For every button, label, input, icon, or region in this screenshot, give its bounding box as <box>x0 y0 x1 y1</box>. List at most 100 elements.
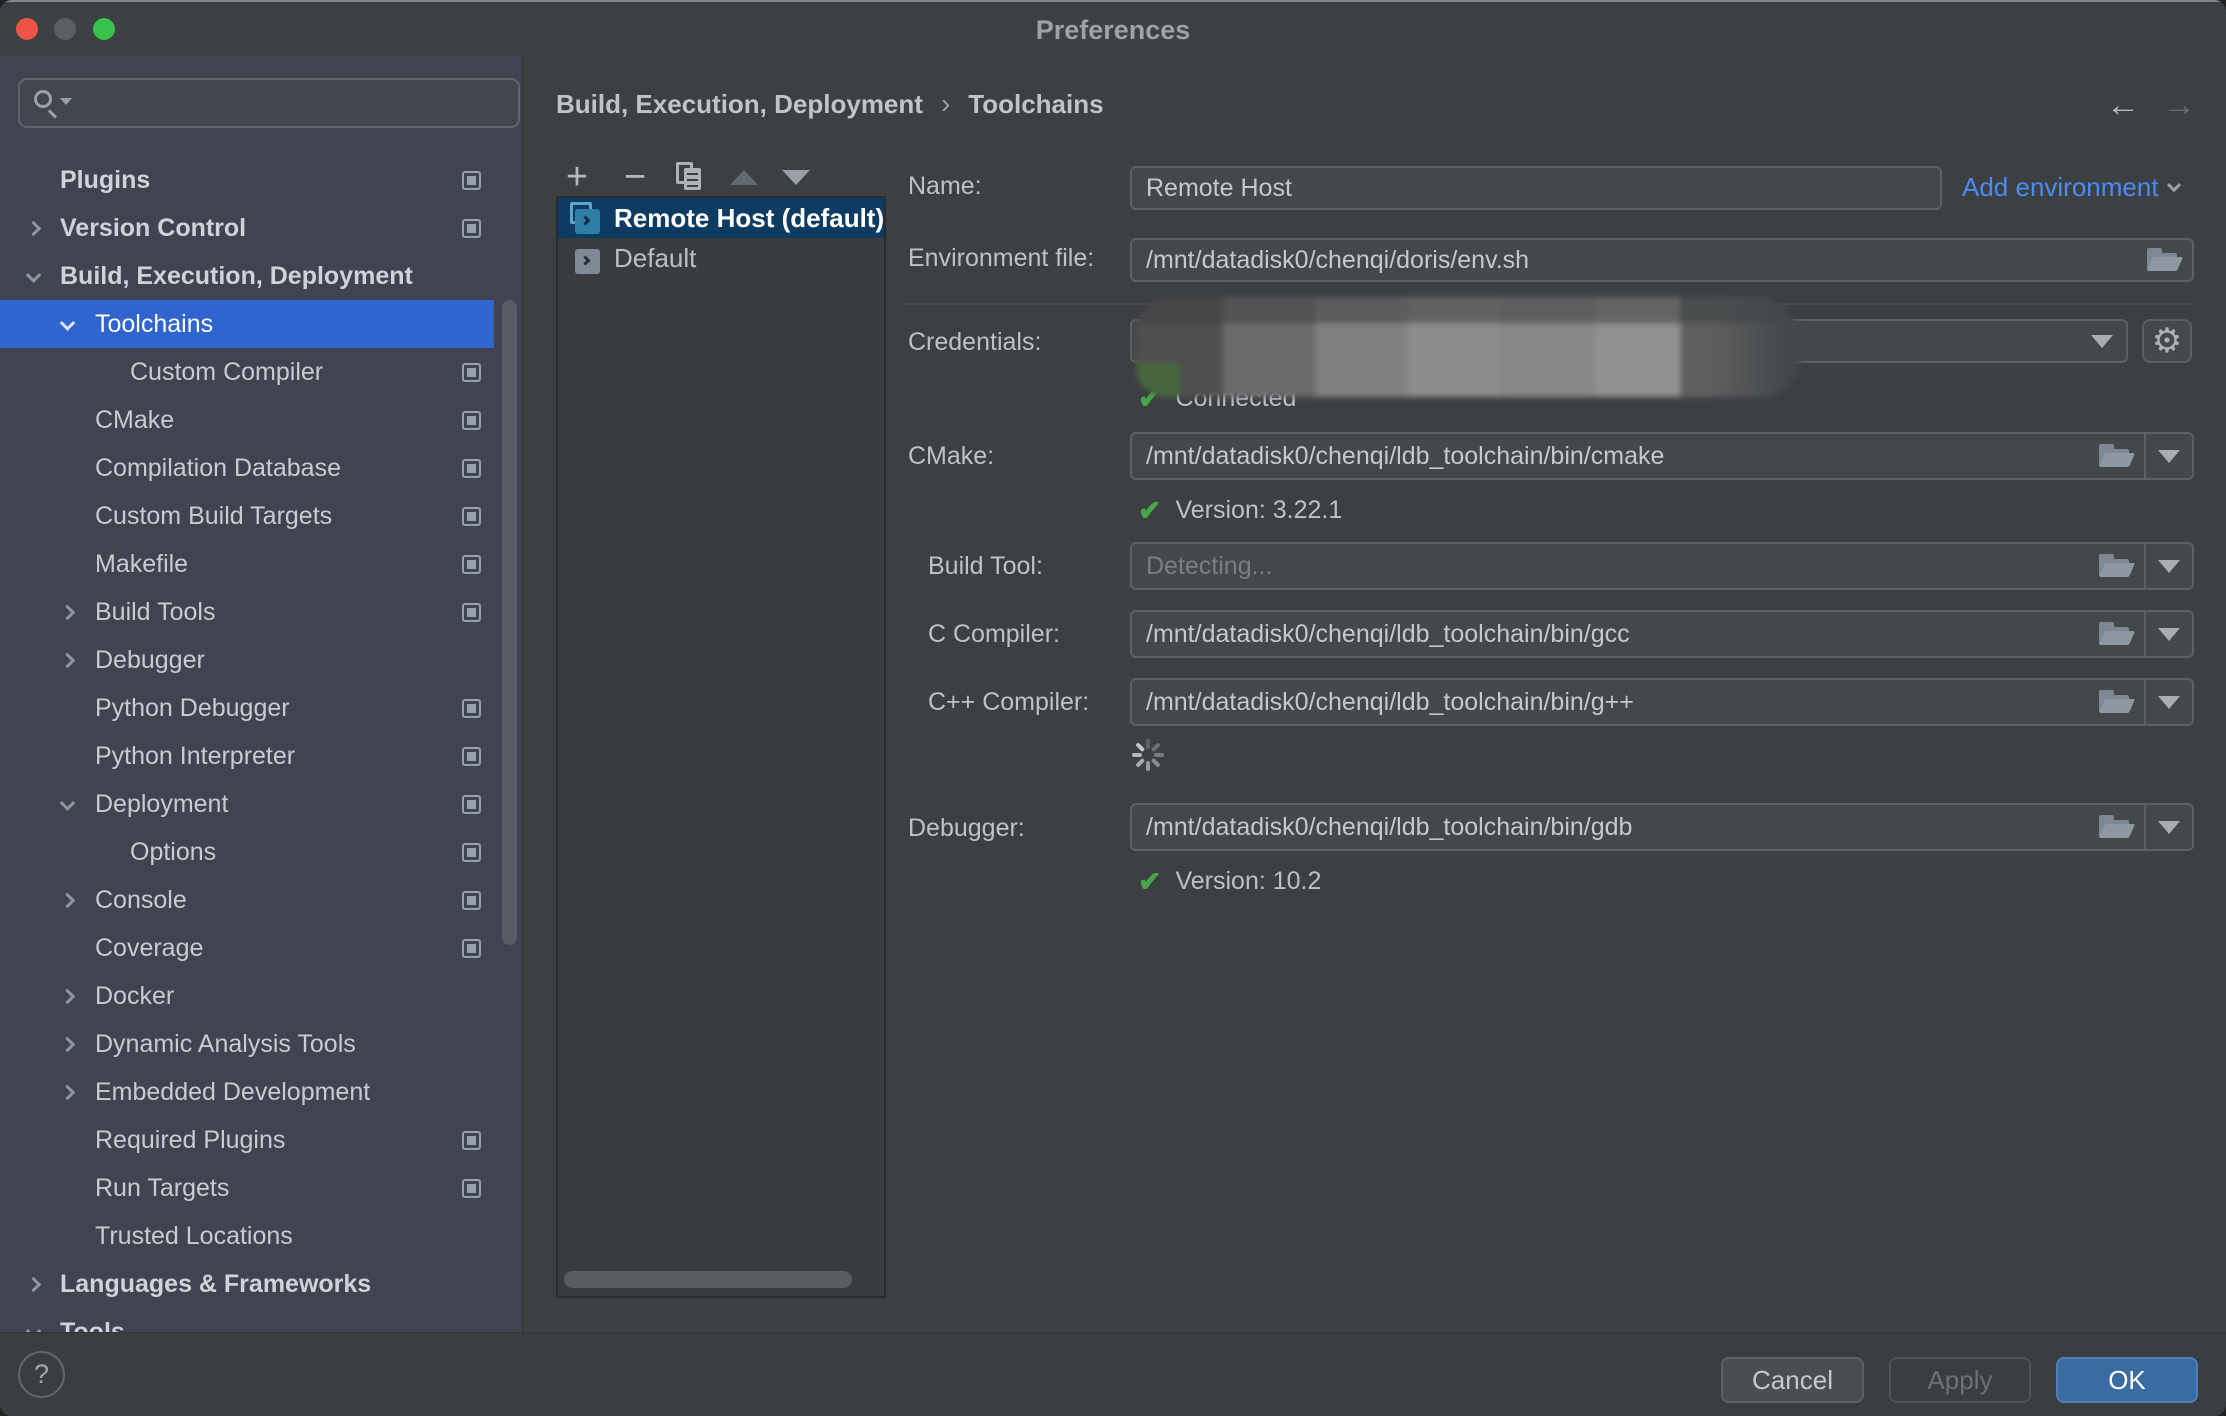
sidebar-item-deployment[interactable]: Deployment <box>0 780 494 828</box>
sidebar-item-label: Options <box>130 838 216 867</box>
settings-sidebar: PluginsVersion ControlBuild, Execution, … <box>0 56 523 1332</box>
chevron-right-icon[interactable] <box>60 1036 76 1052</box>
cmake-status: ✔ Version: 3.22.1 <box>1138 494 1342 527</box>
chevron-right-icon[interactable] <box>26 1276 42 1292</box>
debugger-dropdown-arrow[interactable] <box>2144 805 2192 849</box>
add-toolchain-icon[interactable]: + <box>560 160 594 194</box>
cmake-field[interactable]: /mnt/datadisk0/chenqi/ldb_toolchain/bin/… <box>1130 432 2194 480</box>
settings-search-box[interactable] <box>18 78 520 128</box>
sidebar-item-label: Embedded Development <box>95 1078 370 1107</box>
sidebar-item-label: Coverage <box>95 934 203 963</box>
build-tool-dropdown-arrow[interactable] <box>2144 544 2192 588</box>
chevron-right-icon[interactable] <box>60 892 76 908</box>
sidebar-item-label: Toolchains <box>95 310 213 339</box>
sidebar-item-languages-frameworks[interactable]: Languages & Frameworks <box>0 1260 494 1308</box>
sidebar-item-dynamic-analysis-tools[interactable]: Dynamic Analysis Tools <box>0 1020 494 1068</box>
sidebar-scrollbar[interactable] <box>502 300 517 945</box>
toolchain-list-toolbar: + − <box>560 158 810 196</box>
sidebar-item-build-execution-deployment[interactable]: Build, Execution, Deployment <box>0 252 494 300</box>
sidebar-item-label: Debugger <box>95 646 205 675</box>
sidebar-item-version-control[interactable]: Version Control <box>0 204 494 252</box>
sidebar-item-compilation-database[interactable]: Compilation Database <box>0 444 494 492</box>
breadcrumb-build-execution-deployment[interactable]: Build, Execution, Deployment <box>556 89 923 120</box>
sidebar-item-python-debugger[interactable]: Python Debugger <box>0 684 494 732</box>
sidebar-item-python-interpreter[interactable]: Python Interpreter <box>0 732 494 780</box>
sidebar-item-custom-compiler[interactable]: Custom Compiler <box>0 348 494 396</box>
window-title: Preferences <box>0 15 2226 46</box>
credentials-redacted-blur <box>1136 297 1800 397</box>
environment-file-label: Environment file: <box>908 244 1094 273</box>
toolchain-item-label: Default <box>614 243 696 274</box>
sidebar-item-custom-build-targets[interactable]: Custom Build Targets <box>0 492 494 540</box>
sidebar-item-coverage[interactable]: Coverage <box>0 924 494 972</box>
sidebar-item-label: Custom Compiler <box>130 358 323 387</box>
chevron-down-icon[interactable] <box>60 795 76 811</box>
chevron-down-icon[interactable] <box>60 315 76 331</box>
checkmark-icon: ✔ <box>1138 494 1161 527</box>
sidebar-item-embedded-development[interactable]: Embedded Development <box>0 1068 494 1116</box>
gear-icon: ⚙ <box>2152 321 2182 361</box>
sidebar-item-toolchains[interactable]: Toolchains <box>0 300 494 348</box>
sidebar-item-run-targets[interactable]: Run Targets <box>0 1164 494 1212</box>
c-compiler-dropdown-arrow[interactable] <box>2144 612 2192 656</box>
browse-folder-icon[interactable] <box>2098 444 2132 468</box>
cpp-compiler-dropdown-arrow[interactable] <box>2144 680 2192 724</box>
debugger-label: Debugger: <box>908 814 1025 843</box>
sidebar-item-console[interactable]: Console <box>0 876 494 924</box>
c-compiler-field[interactable]: /mnt/datadisk0/chenqi/ldb_toolchain/bin/… <box>1130 610 2194 658</box>
sidebar-item-build-tools[interactable]: Build Tools <box>0 588 494 636</box>
environment-file-field[interactable]: /mnt/datadisk0/chenqi/doris/env.sh <box>1130 238 2194 282</box>
sidebar-item-cmake[interactable]: CMake <box>0 396 494 444</box>
toolchain-list-hscrollbar[interactable] <box>564 1271 852 1288</box>
breadcrumb-separator-icon: › <box>941 88 950 120</box>
browse-folder-icon[interactable] <box>2098 554 2132 578</box>
cmake-dropdown-arrow[interactable] <box>2144 434 2192 478</box>
sidebar-item-trusted-locations[interactable]: Trusted Locations <box>0 1212 494 1260</box>
cancel-button[interactable]: Cancel <box>1721 1357 1864 1403</box>
add-environment-link[interactable]: Add environment <box>1962 172 2179 203</box>
credentials-settings-button[interactable]: ⚙ <box>2142 319 2192 363</box>
remove-toolchain-icon[interactable]: − <box>618 160 652 194</box>
toolchain-item-default[interactable]: Default <box>558 238 884 278</box>
toolchain-icon <box>568 242 600 274</box>
copy-toolchain-icon[interactable] <box>676 162 706 192</box>
browse-folder-icon[interactable] <box>2098 690 2132 714</box>
sidebar-item-required-plugins[interactable]: Required Plugins <box>0 1116 494 1164</box>
chevron-right-icon[interactable] <box>60 652 76 668</box>
name-field[interactable]: Remote Host <box>1130 166 1942 210</box>
browse-folder-icon[interactable] <box>2098 622 2132 646</box>
sidebar-item-debugger[interactable]: Debugger <box>0 636 494 684</box>
credentials-dropdown-arrow[interactable] <box>2078 321 2126 361</box>
sidebar-item-plugins[interactable]: Plugins <box>0 156 494 204</box>
sidebar-item-label: Makefile <box>95 550 188 579</box>
chevron-down-icon[interactable] <box>26 1323 42 1332</box>
toolchain-item-remote-host-default[interactable]: Remote Host (default) <box>558 198 884 238</box>
chevron-right-icon[interactable] <box>26 220 42 236</box>
chevron-down-icon[interactable] <box>26 267 42 283</box>
c-compiler-label: C Compiler: <box>928 620 1060 649</box>
back-arrow-icon[interactable]: ← <box>2106 86 2140 125</box>
sidebar-item-makefile[interactable]: Makefile <box>0 540 494 588</box>
build-tool-field[interactable]: Detecting... <box>1130 542 2194 590</box>
browse-folder-icon[interactable] <box>2146 248 2180 272</box>
settings-square-icon <box>462 1179 481 1198</box>
toolchain-icon <box>568 202 600 234</box>
search-input[interactable] <box>76 82 510 124</box>
debugger-field[interactable]: /mnt/datadisk0/chenqi/ldb_toolchain/bin/… <box>1130 803 2194 851</box>
chevron-right-icon[interactable] <box>60 988 76 1004</box>
chevron-right-icon[interactable] <box>60 604 76 620</box>
sidebar-item-options[interactable]: Options <box>0 828 494 876</box>
sidebar-item-docker[interactable]: Docker <box>0 972 494 1020</box>
title-bar: Preferences <box>0 0 2226 56</box>
sidebar-item-tools[interactable]: Tools <box>0 1308 494 1332</box>
help-button[interactable]: ? <box>18 1351 65 1398</box>
ok-button[interactable]: OK <box>2056 1357 2198 1403</box>
browse-folder-icon[interactable] <box>2098 815 2132 839</box>
move-down-icon[interactable] <box>782 170 810 185</box>
chevron-right-icon[interactable] <box>60 1084 76 1100</box>
name-label: Name: <box>908 172 982 201</box>
build-tool-label: Build Tool: <box>928 552 1043 581</box>
cpp-compiler-field[interactable]: /mnt/datadisk0/chenqi/ldb_toolchain/bin/… <box>1130 678 2194 726</box>
settings-square-icon <box>462 699 481 718</box>
loading-spinner-icon <box>1131 738 1165 772</box>
